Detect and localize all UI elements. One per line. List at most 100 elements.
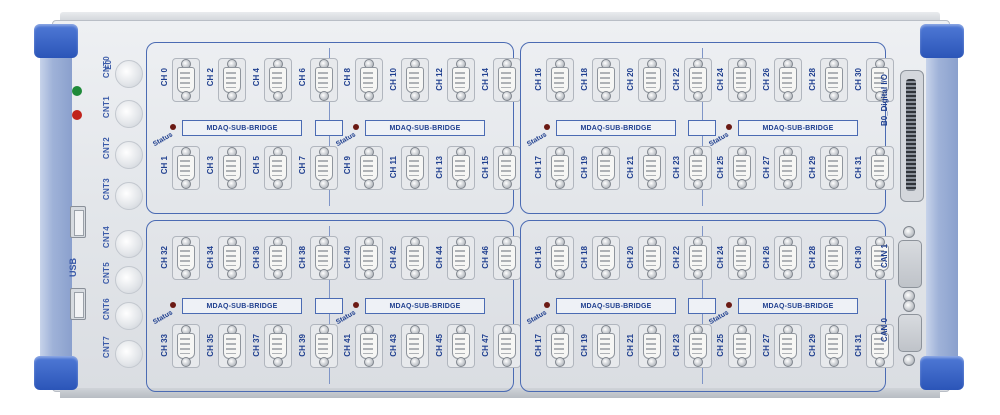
- db9-connector[interactable]: [546, 324, 574, 368]
- db9-connector[interactable]: [264, 324, 292, 368]
- counter-port-4[interactable]: [115, 230, 143, 258]
- db9-connector[interactable]: [447, 324, 475, 368]
- db9-connector[interactable]: [447, 146, 475, 190]
- counter-port-7[interactable]: [115, 340, 143, 368]
- db9-connector[interactable]: [774, 146, 802, 190]
- channel-label: CH 1: [160, 156, 169, 175]
- bridge-label: MDAQ-SUB-BRIDGE: [365, 120, 485, 136]
- db9-connector[interactable]: [218, 324, 246, 368]
- db9-connector[interactable]: [355, 236, 383, 280]
- db9-connector[interactable]: [172, 236, 200, 280]
- db9-connector[interactable]: [820, 146, 848, 190]
- db9-connector[interactable]: [401, 324, 429, 368]
- db9-connector[interactable]: [493, 146, 521, 190]
- db9-connector[interactable]: [684, 324, 712, 368]
- bridge-label: MDAQ-SUB-BRIDGE: [182, 120, 302, 136]
- channel-label: CH 9: [343, 156, 352, 175]
- db9-connector[interactable]: [684, 58, 712, 102]
- digital-io-connector[interactable]: [900, 70, 924, 202]
- db9-connector[interactable]: [774, 324, 802, 368]
- db9-connector[interactable]: [820, 236, 848, 280]
- db9-connector[interactable]: [820, 58, 848, 102]
- db9-connector[interactable]: [493, 58, 521, 102]
- status-led: [353, 302, 359, 308]
- counter-label: CNT3: [102, 178, 111, 201]
- db9-connector[interactable]: [592, 58, 620, 102]
- channel-label: CH 39: [298, 334, 307, 357]
- db9-connector[interactable]: [638, 324, 666, 368]
- counter-label: CNT7: [102, 336, 111, 359]
- db9-connector[interactable]: [172, 324, 200, 368]
- db9-connector[interactable]: [728, 146, 756, 190]
- db9-connector[interactable]: [310, 324, 338, 368]
- counter-port-6[interactable]: [115, 302, 143, 330]
- db9-connector[interactable]: [218, 58, 246, 102]
- db9-connector[interactable]: [218, 146, 246, 190]
- counter-port-2[interactable]: [115, 141, 143, 169]
- db9-connector[interactable]: [684, 146, 712, 190]
- bridge-label: MDAQ-SUB-BRIDGE: [738, 120, 858, 136]
- db9-connector[interactable]: [447, 58, 475, 102]
- db9-connector[interactable]: [638, 146, 666, 190]
- db9-connector[interactable]: [684, 236, 712, 280]
- channel-label: CH 23: [672, 334, 681, 357]
- db9-connector[interactable]: [866, 146, 894, 190]
- counter-port-1[interactable]: [115, 100, 143, 128]
- usb-port-2[interactable]: [70, 288, 86, 320]
- channel-label: CH 17: [534, 334, 543, 357]
- db9-connector[interactable]: [728, 58, 756, 102]
- db9-connector[interactable]: [546, 58, 574, 102]
- db9-connector[interactable]: [172, 146, 200, 190]
- db9-connector[interactable]: [774, 58, 802, 102]
- db9-connector[interactable]: [310, 58, 338, 102]
- channel-label: CH 24: [716, 68, 725, 91]
- db9-connector[interactable]: [264, 236, 292, 280]
- db9-connector[interactable]: [774, 236, 802, 280]
- channel-label: CH 19: [580, 334, 589, 357]
- channel-label: CH 38: [298, 246, 307, 269]
- db9-connector[interactable]: [493, 324, 521, 368]
- counter-port-3[interactable]: [115, 182, 143, 210]
- channel-label: CH 16: [534, 246, 543, 269]
- db9-connector[interactable]: [264, 146, 292, 190]
- counter-port-5[interactable]: [115, 266, 143, 294]
- db9-connector[interactable]: [264, 58, 292, 102]
- db9-connector[interactable]: [728, 236, 756, 280]
- db9-connector[interactable]: [546, 236, 574, 280]
- db9-connector[interactable]: [401, 236, 429, 280]
- db9-connector[interactable]: [401, 146, 429, 190]
- channel-label: CH 8: [343, 68, 352, 87]
- db9-connector[interactable]: [401, 58, 429, 102]
- db9-connector[interactable]: [592, 146, 620, 190]
- channel-label: CH 17: [534, 156, 543, 179]
- db9-connector[interactable]: [546, 146, 574, 190]
- db9-connector[interactable]: [592, 236, 620, 280]
- db9-connector[interactable]: [638, 236, 666, 280]
- db9-connector[interactable]: [310, 236, 338, 280]
- rail-cap-top: [920, 24, 964, 58]
- db9-connector[interactable]: [172, 58, 200, 102]
- counter-strip: [60, 34, 120, 386]
- db9-connector[interactable]: [218, 236, 246, 280]
- counter-port-0[interactable]: [115, 60, 143, 88]
- db9-connector[interactable]: [355, 324, 383, 368]
- db9-connector[interactable]: [447, 236, 475, 280]
- status-led: [170, 302, 176, 308]
- can0-connector[interactable]: [898, 314, 922, 352]
- db9-connector[interactable]: [310, 146, 338, 190]
- db9-connector[interactable]: [728, 324, 756, 368]
- db9-connector[interactable]: [820, 324, 848, 368]
- db9-connector[interactable]: [355, 146, 383, 190]
- can1-connector[interactable]: [898, 240, 922, 288]
- can0-screw-top: [903, 300, 915, 312]
- db9-connector[interactable]: [592, 324, 620, 368]
- can1-screw-top: [903, 226, 915, 238]
- db9-connector[interactable]: [493, 236, 521, 280]
- bridge-label: MDAQ-SUB-BRIDGE: [182, 298, 302, 314]
- usb-port-1[interactable]: [70, 206, 86, 238]
- bridge-label: MDAQ-SUB-BRIDGE: [738, 298, 858, 314]
- db9-connector[interactable]: [638, 58, 666, 102]
- bridge-label: MDAQ-SUB-BRIDGE: [556, 298, 676, 314]
- db9-connector[interactable]: [355, 58, 383, 102]
- channel-label: CH 25: [716, 156, 725, 179]
